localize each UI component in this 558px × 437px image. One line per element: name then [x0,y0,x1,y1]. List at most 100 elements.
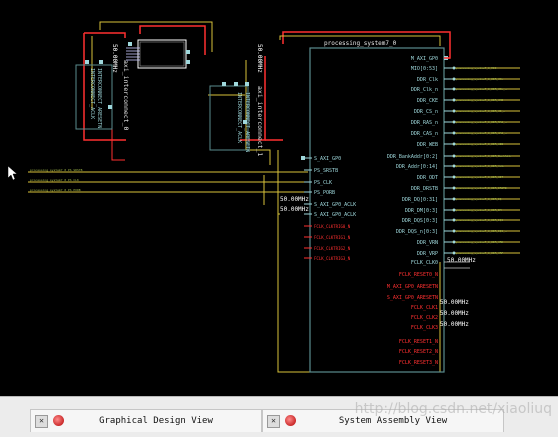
unconnected-port-label: FCLK_CLKTRIG3_N [314,256,351,261]
block-diagram: processing_system7_0_PS_SRSTB processing_… [7,21,520,373]
external-label: processing_system7_0_DDR_CKE [456,98,503,102]
left-port-label: PS_PORB [314,190,335,196]
right-port-label: DDR_ODT [417,175,438,181]
external-label: processing_system7_0_PS_CLK [30,178,79,182]
right-red-port-label: FCLK_CLK3 [411,325,438,331]
port-pin [186,60,190,64]
port-pin [85,60,89,64]
right-port-label: DDR_CKE [417,98,438,104]
right-port-label: DDR_Clk_n [411,87,438,93]
external-label: processing_system7_0_DDR_ODT [456,175,503,179]
view-icon [53,415,64,426]
external-label: processing_system7_0_DDR_DM [456,208,502,212]
external-label: processing_system7_0_DDR_WEB [456,142,503,146]
frequency-label: 50.00MHz [440,310,469,317]
port-pin [245,82,249,86]
external-label: processing_system7_0_DDR_CAS_n [456,131,507,135]
left-port-label: PS_CLK [314,180,332,186]
port-pin [234,82,238,86]
right-red-port-label: FCLK_RESET2_N [399,349,438,355]
design-canvas[interactable]: processing_system7_0_PS_SRSTB processing_… [0,0,558,396]
frequency-label: 50.00MHz [111,44,118,73]
right-port-label: DDR_VRP [417,251,438,257]
reset-net [84,32,126,38]
interconnect-port-label: INTERCONNECT_ARESETN [244,92,250,152]
port-pin [222,82,226,86]
left-port-label: PS_SRSTB [314,168,338,174]
watermark: http://blog.csdn.net/xiaoliuq [354,401,552,417]
left-port-label: S_AXI_GP0 [314,156,341,162]
right-port-label: DDR_RAS_n [411,120,438,126]
external-label: processing_system7_0_DDR_RAS_n [456,120,507,124]
port-pin [186,50,190,54]
external-label: processing_system7_0_DDR_DQ [456,197,502,201]
right-port-label: DDR_CS_n [414,109,438,115]
frequency-label: 50.00MHz [256,44,263,73]
right-port-label: M_AXI_GP0 [411,56,438,62]
left-port-label: S_AXI_GP0_ACLK [314,212,356,218]
right-red-port-label: M_AXI_GP0_ARESETN [387,284,438,290]
bus-macro-block [137,39,187,69]
frequency-label: 50.00MHz [440,321,469,328]
tab-label: Graphical Design View [99,416,213,426]
external-label: processing_system7_0_DDR_Addr [456,164,505,168]
unconnected-port-label: FCLK_CLKTRIG0_N [314,224,351,229]
frequency-label: 50.00MHz [447,257,476,264]
external-label: processing_system7_0_DDR_BankAddr [456,154,512,158]
external-label: processing_system7_0_DDR_Clk [456,77,503,81]
interconnect-port-label: INTERCONNECT_ARESETN [96,68,102,128]
port-pin [99,60,103,64]
external-label: processing_system7_0_DDR_Clk_n [456,87,507,91]
right-port-label: DDR_Clk [417,77,438,83]
external-label: processing_system7_0_DDR_DQS [456,218,503,222]
port-pin [301,156,305,160]
right-port-label: DDR_CAS_n [411,131,438,137]
close-icon[interactable]: ✕ [267,415,280,428]
left-port-label: S_AXI_GP0_ACLK [314,202,356,208]
external-label: processing_system7_0_DDR_DRSTB [456,186,507,190]
right-port-label: DDR_DM[0:3] [405,208,438,214]
close-icon[interactable]: ✕ [35,415,48,428]
right-red-port-label: FCLK_CLK2 [411,315,438,321]
mouse-cursor-icon [7,165,18,181]
block-title: processing_system7_0 [324,40,397,47]
right-red-port-label: S_AXI_GP0_ARESETN [387,295,438,301]
frequency-label: 50.00MHz [280,206,309,213]
right-port-label: MIO[0:53] [411,66,438,72]
right-port-label: DDR_DQS[0:3] [402,218,438,224]
unconnected-port-label: FCLK_CLKTRIG2_N [314,246,351,251]
port-pin [108,105,112,109]
port-pin [128,42,132,46]
right-port-label: DDR_VRN [417,240,438,246]
external-label: processing_system7_0_PS_PORB [30,188,81,192]
right-port-label: DDR_DQS_n[0:3] [396,229,438,235]
right-red-port-label: FCLK_RESET1_N [399,339,438,345]
bus-macro-inner [139,41,185,67]
right-port-label: DDR_Addr[0:14] [396,164,438,170]
interconnect-name: axi_interconnect_1 [256,86,264,157]
right-port-label: DDR_WEB [417,142,438,148]
external-label: processing_system7_0_PS_SRSTB [30,168,83,172]
frequency-label: 50.00MHz [440,299,469,306]
external-label: processing_system7_0_DDR_CS_n [456,109,505,113]
external-label: processing_system7_0_MIO [456,66,497,70]
external-label: processing_system7_0_DDR_VRN [456,240,503,244]
right-port-label: DDR_BankAddr[0:2] [387,154,438,160]
interconnect-port-label: INTERCONNECT_ACLK [236,92,242,143]
right-port-label: FCLK_CLK0 [411,260,438,266]
right-red-port-label: FCLK_CLK1 [411,305,438,311]
right-red-port-label: FCLK_RESET0_N [399,272,438,278]
frequency-label: 50.00MHz [280,196,309,203]
app-window: processing_system7_0_PS_SRSTB processing_… [0,0,558,437]
right-port-label: DDR_DQ[0:31] [402,197,438,203]
right-red-port-label: FCLK_RESET3_N [399,360,438,366]
unconnected-port-label: FCLK_CLKTRIG1_N [314,235,351,240]
interconnect-port-label: INTERCONNECT_ACLK [89,68,95,119]
external-label: processing_system7_0_DDR_DQS_n [456,229,507,233]
interconnect-name: axi_interconnect_0 [122,60,130,131]
view-tab-bar: ✕ Graphical Design View ✕ System Assembl… [0,396,558,437]
view-icon [285,415,296,426]
tab-graphical-design-view[interactable]: ✕ Graphical Design View [30,409,262,432]
external-label: processing_system7_0_DDR_VRP [456,251,503,255]
right-port-label: DDR_DRSTB [411,186,438,192]
